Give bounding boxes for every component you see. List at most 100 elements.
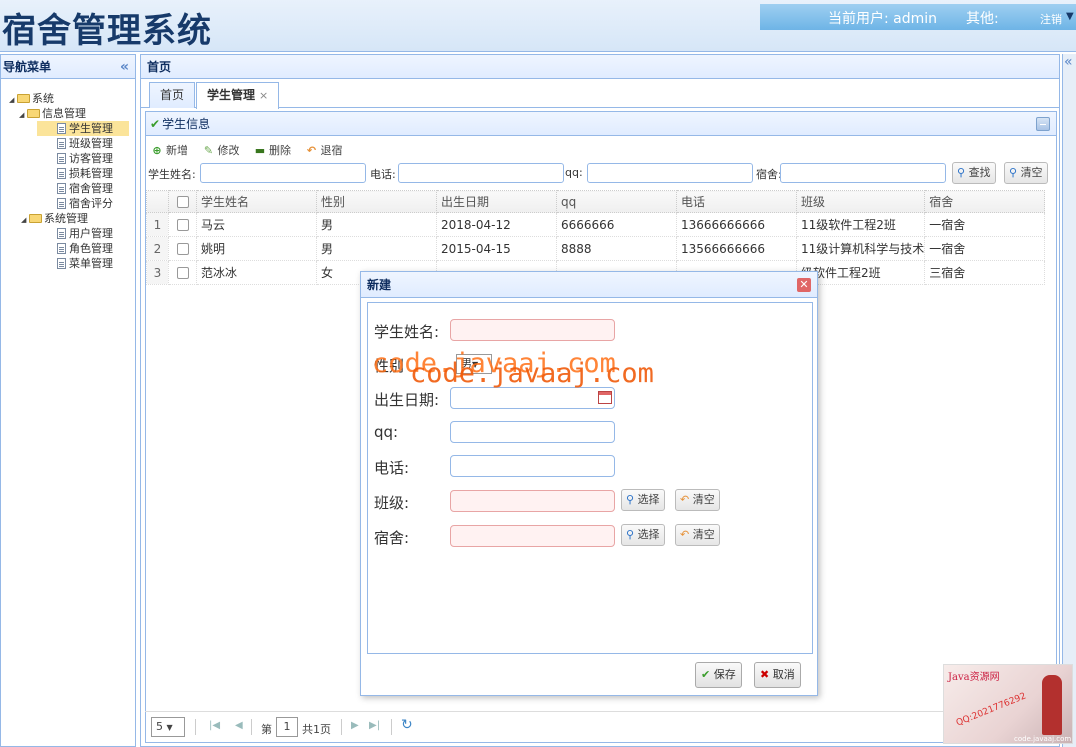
page-size-select[interactable]: 5 ▼ [151,717,185,737]
edit-label: 修改 [217,144,240,157]
dialog-footer: ✔ 保存 ✖ 取消 [361,656,817,696]
name-input[interactable] [450,319,615,341]
page-number-input[interactable]: 1 [276,717,298,737]
search-dorm-input[interactable] [780,163,946,183]
dorm-input[interactable] [450,525,615,547]
row-select-cell[interactable] [168,236,197,261]
add-button[interactable]: ⊕ 新增 [150,141,188,161]
advert-title: Java资源网 [948,672,1000,683]
qq-input[interactable] [450,421,615,443]
table-cell: 11级软件工程2班 [795,212,926,237]
row-checkbox[interactable] [176,267,189,279]
tree-node-system-management[interactable]: ◢ 系统管理 [9,211,135,226]
tree-label: 系统管理 [44,212,88,225]
first-page-icon[interactable]: |◀ [209,720,220,731]
row-checkbox[interactable] [176,243,189,255]
tab-label: 首页 [160,88,185,102]
column-header[interactable]: 性别 [316,190,437,213]
refresh-icon[interactable]: ↻ [401,717,413,733]
class-input[interactable] [450,490,615,512]
tree-label: 损耗管理 [69,167,113,180]
sidebar-item-user-management[interactable]: 用户管理 [9,226,135,241]
tree-node-system[interactable]: ◢ 系统 [9,91,135,106]
search-phone-input[interactable] [398,163,564,183]
class-select-button[interactable]: ⚲ 选择 [621,489,665,511]
cross-icon: ✖ [760,668,770,681]
edit-button[interactable]: ✎ 修改 [202,141,240,161]
tree-label: 宿舍管理 [69,182,113,195]
collapse-left-icon[interactable]: « [120,55,129,79]
folder-icon [27,109,40,118]
column-header[interactable]: qq [556,190,677,213]
prev-page-icon[interactable]: ◀ [235,720,243,731]
undo-icon: ↶ [306,144,317,157]
tab-student-management[interactable]: 学生管理 × [196,82,280,109]
tree-label: 用户管理 [69,227,113,240]
search-icon: ⚲ [626,528,635,541]
class-clear-button[interactable]: ↶ 清空 [675,489,720,511]
dorm-select-button[interactable]: ⚲ 选择 [621,524,665,546]
column-header[interactable]: 出生日期 [436,190,557,213]
corner-advert[interactable]: Java资源网 QQ:2021776292 code.javaaj.com [943,664,1073,744]
search-phone-label: 电话: [370,168,396,181]
search-icon: ⚲ [957,166,966,179]
find-button[interactable]: ⚲ 查找 [952,162,996,184]
birth-date-input[interactable] [450,387,615,409]
collapse-right-icon[interactable]: « [1062,54,1076,747]
logout-link[interactable]: 注销 [1040,11,1062,27]
clear-label: 清空 [692,528,715,541]
sidebar-item-visitor-management[interactable]: 访客管理 [9,151,135,166]
sidebar-item-dorm-rating[interactable]: 宿舍评分 [9,196,135,211]
column-header[interactable]: 宿舍 [924,190,1046,213]
row-checkbox[interactable] [176,219,189,231]
search-qq-input[interactable] [587,163,753,183]
calendar-icon[interactable] [598,391,612,404]
column-header[interactable]: 学生姓名 [196,190,317,213]
cancel-label: 取消 [772,668,795,681]
close-icon[interactable]: ✕ [797,278,811,292]
other-label: 其他: [966,11,999,27]
sidebar-item-student-management[interactable]: 学生管理 [37,121,129,136]
column-header[interactable]: 班级 [795,190,926,213]
check-icon: ✔ [701,668,711,681]
save-button[interactable]: ✔ 保存 [695,662,742,688]
sex-value: 男 [461,357,472,370]
select-all-checkbox[interactable] [176,196,189,208]
next-page-icon[interactable]: ▶ [351,720,359,731]
dorm-clear-button[interactable]: ↶ 清空 [675,524,720,546]
class-label: 班级: [374,494,410,512]
separator [195,719,196,735]
checkout-button[interactable]: ↶ 退宿 [305,141,343,161]
last-page-icon[interactable]: ▶| [369,720,380,731]
sidebar-item-dorm-management[interactable]: 宿舍管理 [9,181,135,196]
sex-select[interactable]: 男▼ [456,354,492,374]
chevron-down-icon[interactable]: ▼ [1066,11,1074,22]
phone-input[interactable] [450,455,615,477]
table-cell: 三宿舍 [924,260,1046,285]
close-icon[interactable]: × [259,89,268,102]
cancel-button[interactable]: ✖ 取消 [754,662,801,688]
expand-triangle-icon[interactable]: ◢ [19,108,27,123]
sidebar-item-menu-management[interactable]: 菜单管理 [9,256,135,271]
column-header[interactable]: 电话 [676,190,797,213]
dorm-label: 宿舍: [374,529,410,547]
table-row[interactable]: 1 马云 男 2018-04-12 6666666 13666666666 11… [146,212,1046,237]
row-select-cell[interactable] [168,260,197,285]
select-all-header[interactable] [168,190,197,213]
table-cell: 6666666 [556,212,677,237]
dialog-header: 新建 ✕ [361,272,817,298]
minimize-icon[interactable] [1036,117,1050,131]
row-select-cell[interactable] [168,212,197,237]
sidebar-item-class-management[interactable]: 班级管理 [9,136,135,151]
clear-search-button[interactable]: ⚲ 清空 [1004,162,1048,184]
file-icon [57,228,66,239]
page-total: 共1页 [302,723,331,736]
search-name-input[interactable] [200,163,366,183]
sidebar-item-loss-management[interactable]: 损耗管理 [9,166,135,181]
tab-home[interactable]: 首页 [149,82,196,108]
table-row[interactable]: 2 姚明 男 2015-04-15 8888 13566666666 11级计算… [146,236,1046,261]
panel-title: 学生信息 [162,117,211,131]
delete-button[interactable]: ▬ 删除 [253,141,291,161]
tree-node-info-management[interactable]: ◢ 信息管理 [9,106,135,121]
sidebar-item-role-management[interactable]: 角色管理 [9,241,135,256]
